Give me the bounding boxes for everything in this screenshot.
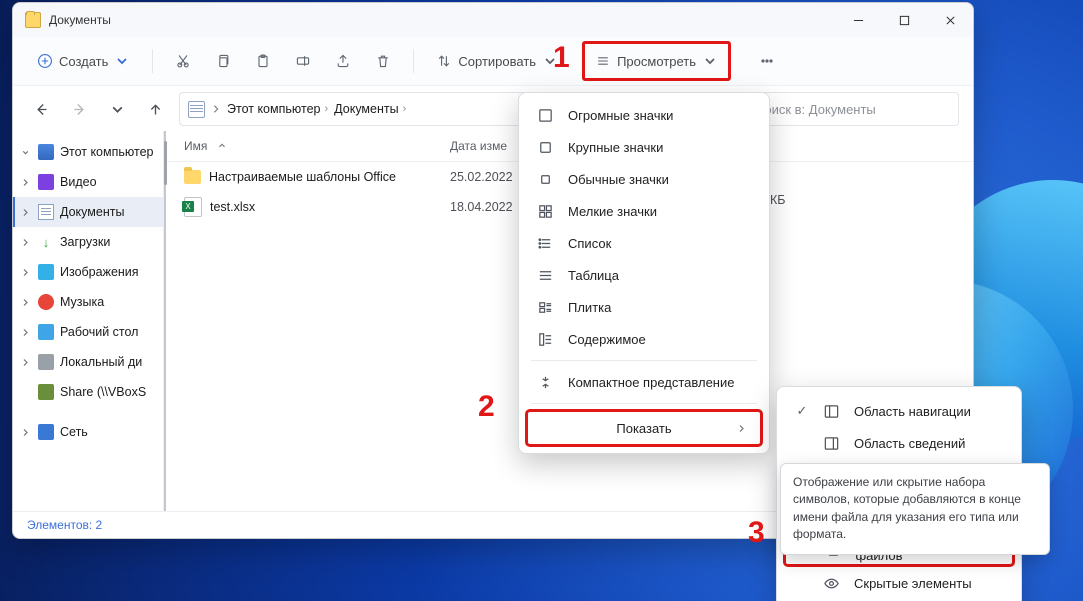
navigation-row: Этот компьютер› Документы› Поиск в: Доку… [13, 86, 973, 132]
submenu-item-details-pane[interactable]: Область сведений [783, 427, 1015, 459]
copy-button[interactable] [205, 44, 241, 78]
more-button[interactable] [749, 44, 785, 78]
sidebar-root[interactable]: Этот компьютер [13, 137, 163, 167]
menu-separator [531, 360, 757, 361]
share-icon [38, 384, 54, 400]
file-size-unit: КБ [770, 193, 786, 207]
pc-icon [38, 144, 54, 160]
file-date: 18.04.2022 [432, 200, 513, 214]
view-button[interactable]: Просмотреть [582, 41, 731, 81]
menu-item-list[interactable]: Список [525, 227, 763, 259]
separator [413, 49, 414, 73]
annotation-one: 1 [553, 41, 570, 75]
submenu-item-hidden[interactable]: Скрытые элементы [783, 567, 1015, 599]
document-icon [188, 101, 205, 118]
folder-icon [25, 12, 41, 28]
desktop-icon [38, 324, 54, 340]
minimize-button[interactable] [835, 3, 881, 37]
command-bar: Создать Сортировать 1 Просмотреть [13, 37, 973, 86]
network-icon [38, 424, 54, 440]
view-menu: Огромные значки Крупные значки Обычные з… [518, 92, 770, 454]
close-button[interactable] [927, 3, 973, 37]
paste-button[interactable] [245, 44, 281, 78]
menu-item-medium-icons[interactable]: Обычные значки [525, 163, 763, 195]
chevron-right-icon [211, 104, 221, 114]
sidebar-item-downloads[interactable]: Загрузки [13, 227, 163, 257]
sidebar-item-network[interactable]: Сеть [13, 417, 163, 447]
sidebar-item-localdisk[interactable]: Локальный ди [13, 347, 163, 377]
sidebar-item-share[interactable]: Share (\\VBoxS [13, 377, 163, 407]
cut-button[interactable] [165, 44, 201, 78]
breadcrumb-root[interactable]: Этот компьютер› [227, 102, 328, 116]
annotation-two: 2 [478, 390, 495, 424]
breadcrumb-current[interactable]: Документы› [334, 102, 406, 116]
sort-button[interactable]: Сортировать [426, 44, 568, 78]
maximize-button[interactable] [881, 3, 927, 37]
menu-item-content[interactable]: Содержимое [525, 323, 763, 355]
menu-separator [531, 403, 757, 404]
menu-item-details[interactable]: Таблица [525, 259, 763, 291]
file-name: test.xlsx [210, 200, 255, 214]
menu-item-tiles[interactable]: Плитка [525, 291, 763, 323]
sidebar-item-images[interactable]: Изображения [13, 257, 163, 287]
sort-indicator-icon [217, 141, 227, 151]
music-icon [38, 294, 54, 310]
column-date[interactable]: Дата изме [432, 139, 507, 153]
sidebar-item-desktop[interactable]: Рабочий стол [13, 317, 163, 347]
separator [152, 49, 153, 73]
menu-item-show[interactable]: Показать [525, 409, 763, 447]
up-button[interactable] [141, 95, 169, 123]
menu-item-small-icons[interactable]: Мелкие значки [525, 195, 763, 227]
video-icon [38, 174, 54, 190]
sidebar-item-documents[interactable]: Документы [13, 197, 163, 227]
menu-item-xlarge-icons[interactable]: Огромные значки [525, 99, 763, 131]
navigation-pane[interactable]: Этот компьютер Видео Документы Загрузки … [13, 131, 164, 512]
sort-label: Сортировать [458, 54, 536, 69]
column-name[interactable]: Имя [166, 139, 432, 153]
forward-button[interactable] [65, 95, 93, 123]
annotation-three: 3 [748, 516, 765, 550]
splitter[interactable] [164, 141, 167, 185]
delete-button[interactable] [365, 44, 401, 78]
menu-item-compact[interactable]: Компактное представление [525, 366, 763, 398]
search-placeholder: Поиск в: Документы [755, 102, 876, 117]
desktop: Документы Создать Сорти [0, 0, 1083, 601]
folder-icon [184, 170, 201, 184]
recent-button[interactable] [103, 95, 131, 123]
rename-button[interactable] [285, 44, 321, 78]
menu-item-large-icons[interactable]: Крупные значки [525, 131, 763, 163]
view-label: Просмотреть [617, 54, 696, 69]
titlebar[interactable]: Документы [13, 3, 973, 37]
disk-icon [38, 354, 54, 370]
back-button[interactable] [27, 95, 55, 123]
share-button[interactable] [325, 44, 361, 78]
image-icon [38, 264, 54, 280]
status-text: Элементов: 2 [27, 518, 102, 532]
sidebar-item-video[interactable]: Видео [13, 167, 163, 197]
excel-icon [184, 197, 202, 217]
download-icon [38, 234, 54, 250]
submenu-item-nav-pane[interactable]: ✓ Область навигации [783, 395, 1015, 427]
new-button[interactable]: Создать [27, 44, 140, 78]
document-icon [38, 204, 54, 220]
new-label: Создать [59, 54, 108, 69]
file-date: 25.02.2022 [432, 170, 513, 184]
window-title: Документы [49, 13, 111, 27]
file-name: Настраиваемые шаблоны Office [209, 170, 396, 184]
tooltip-extensions: Отображение или скрытие набора символов,… [780, 463, 1050, 555]
sidebar-item-music[interactable]: Музыка [13, 287, 163, 317]
